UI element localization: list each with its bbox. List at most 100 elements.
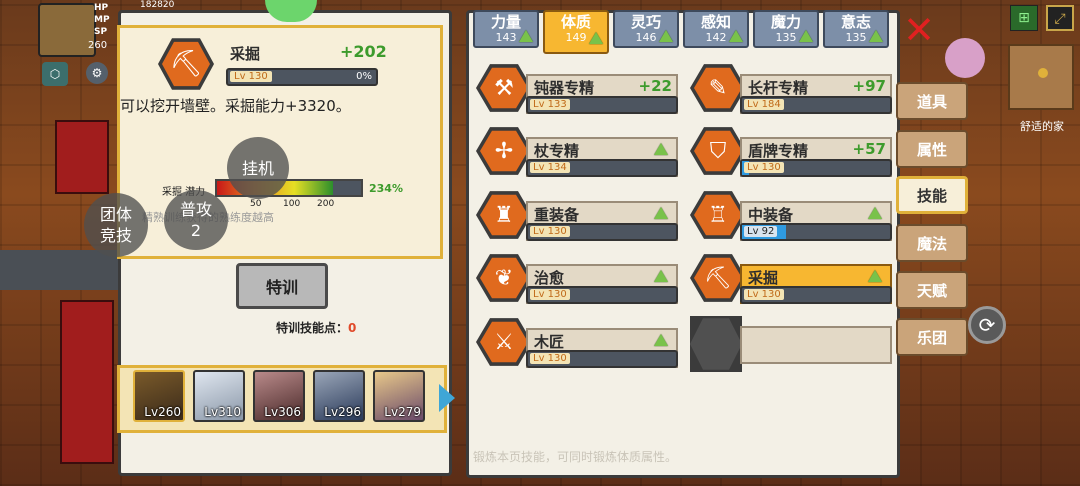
skill-level-bar: Lv 130	[740, 159, 892, 177]
attribute-tab[interactable]: 体质 149	[543, 10, 609, 54]
upgrade-arrow-icon	[659, 30, 673, 42]
train-points-value: 0	[348, 321, 357, 335]
heal-icon: ❦	[480, 257, 528, 299]
skill-name: 长杆专精	[748, 79, 809, 97]
minimap-player-marker	[1038, 68, 1048, 78]
scene-shelf	[0, 250, 118, 290]
skill-card[interactable]: 盾牌专精 +57 Lv 130	[740, 137, 892, 177]
potential-tick: 100	[283, 199, 301, 209]
player-level: 260	[88, 40, 108, 51]
skill-level: Lv 130	[530, 289, 570, 300]
pet-companion	[945, 38, 985, 78]
staff-icon: ✢	[480, 130, 528, 172]
shield-icon: ⛉	[694, 130, 742, 172]
pickaxe-icon: ⛏	[694, 257, 742, 299]
side-tab[interactable]: 技能	[896, 176, 968, 214]
skill-name: 杖专精	[534, 142, 580, 160]
pickaxe-icon: ⛏	[162, 41, 210, 87]
attribute-tab[interactable]: 力量 143	[473, 10, 539, 48]
skill-card[interactable]: 钝器专精 +22 Lv 133	[526, 74, 678, 114]
skill-level: Lv 130	[530, 353, 570, 364]
upgrade-arrow-icon	[654, 207, 668, 219]
skill-card[interactable]: 中装备 Lv 92	[740, 201, 892, 241]
skill-name: 采掘	[748, 269, 779, 287]
refresh-icon[interactable]: ⟳	[968, 306, 1006, 344]
close-icon[interactable]: ✕	[900, 11, 938, 50]
upgrade-arrow-icon	[868, 270, 882, 282]
potential-percent: 234%	[369, 182, 403, 195]
side-tab[interactable]: 魔法	[896, 224, 968, 262]
party-next-arrow-icon[interactable]	[439, 384, 455, 412]
skill-level-bar: Lv 130	[526, 286, 678, 304]
skill-level-bar: Lv 130	[526, 223, 678, 241]
upgrade-arrow-icon	[868, 207, 882, 219]
expand-icon[interactable]: ⤢	[1046, 5, 1074, 31]
team-arena-button[interactable]: 团体 竞技	[84, 193, 148, 257]
train-points-label: 特训技能点：0	[276, 321, 357, 335]
train-button[interactable]: 特训	[236, 263, 328, 309]
footer-hint: 锻炼本页技能，可同时锻炼体质属性。	[473, 450, 678, 464]
side-tab[interactable]: 乐团	[896, 318, 968, 356]
skill-level-bar: Lv 130	[740, 286, 892, 304]
scene-furniture	[60, 300, 114, 464]
location-name: 舒适的家	[1020, 120, 1064, 133]
network-icon[interactable]: ⊞	[1010, 5, 1038, 31]
attribute-tab[interactable]: 魔力 135	[753, 10, 819, 48]
basic-attack-button[interactable]: 普攻 2	[164, 190, 228, 250]
skill-level-bar: Lv 134	[526, 159, 678, 177]
side-tab[interactable]: 道具	[896, 82, 968, 120]
party-member[interactable]: Lv310	[193, 370, 245, 422]
attribute-tab[interactable]: 感知 142	[683, 10, 749, 48]
afk-button[interactable]: 挂机	[227, 137, 289, 199]
inventory-icon[interactable]: ⬡	[42, 62, 68, 86]
skill-level: Lv 130	[744, 289, 784, 300]
skill-level-bar: Lv 92	[740, 223, 892, 241]
player-stat-labels: HP MP SP	[94, 3, 110, 37]
detail-level-tag: Lv 130	[230, 71, 272, 82]
upgrade-arrow-icon	[654, 143, 668, 155]
skill-bonus: +22	[638, 77, 672, 95]
skill-level: Lv 92	[744, 226, 778, 237]
gold-counter: 182820	[140, 0, 175, 10]
skill-bonus: +57	[852, 140, 886, 158]
empty-skill-slot	[690, 316, 742, 372]
potential-tick: 50	[250, 199, 262, 209]
attribute-tab[interactable]: 灵巧 146	[613, 10, 679, 48]
spear-icon: ✎	[694, 67, 742, 109]
skill-level: Lv 133	[530, 99, 570, 110]
skill-name: 治愈	[534, 269, 565, 287]
skill-description: 可以挖开墙壁。采掘能力+3320。	[120, 97, 351, 115]
side-tab[interactable]: 属性	[896, 130, 968, 168]
skill-level: Lv 134	[530, 162, 570, 173]
party-member[interactable]: Lv306	[253, 370, 305, 422]
skill-name: 中装备	[748, 206, 794, 224]
side-tab[interactable]: 天赋	[896, 271, 968, 309]
party-member[interactable]: Lv260	[133, 370, 185, 422]
saw-icon: ⚔	[480, 321, 528, 363]
skill-name: 钝器专精	[534, 79, 595, 97]
skill-card[interactable]: 采掘 Lv 130	[740, 264, 892, 304]
upgrade-arrow-icon	[654, 270, 668, 282]
skill-bonus: +97	[852, 77, 886, 95]
attribute-tab[interactable]: 意志 135	[823, 10, 889, 48]
skill-level: Lv 130	[530, 226, 570, 237]
detail-level-bar: Lv 130 0%	[226, 68, 378, 86]
skill-level: Lv 184	[744, 99, 784, 110]
upgrade-arrow-icon	[519, 30, 533, 42]
heavy-armor-icon: ♜	[480, 194, 528, 236]
upgrade-arrow-icon	[799, 30, 813, 42]
skill-level-bar: Lv 133	[526, 96, 678, 114]
medium-armor-icon: ♖	[694, 194, 742, 236]
detail-skill-name: 采掘	[230, 45, 261, 63]
skill-card[interactable]: 长杆专精 +97 Lv 184	[740, 74, 892, 114]
skill-card[interactable]: 木匠 Lv 130	[526, 328, 678, 368]
skill-card[interactable]: 杖专精 Lv 134	[526, 137, 678, 177]
skill-name: 盾牌专精	[748, 142, 809, 160]
settings-gear-icon[interactable]: ⚙	[86, 62, 108, 84]
scene-furniture	[55, 120, 109, 194]
party-member[interactable]: Lv296	[313, 370, 365, 422]
minimap[interactable]	[1008, 44, 1074, 110]
skill-card[interactable]: 治愈 Lv 130	[526, 264, 678, 304]
party-member[interactable]: Lv279	[373, 370, 425, 422]
skill-card[interactable]: 重装备 Lv 130	[526, 201, 678, 241]
